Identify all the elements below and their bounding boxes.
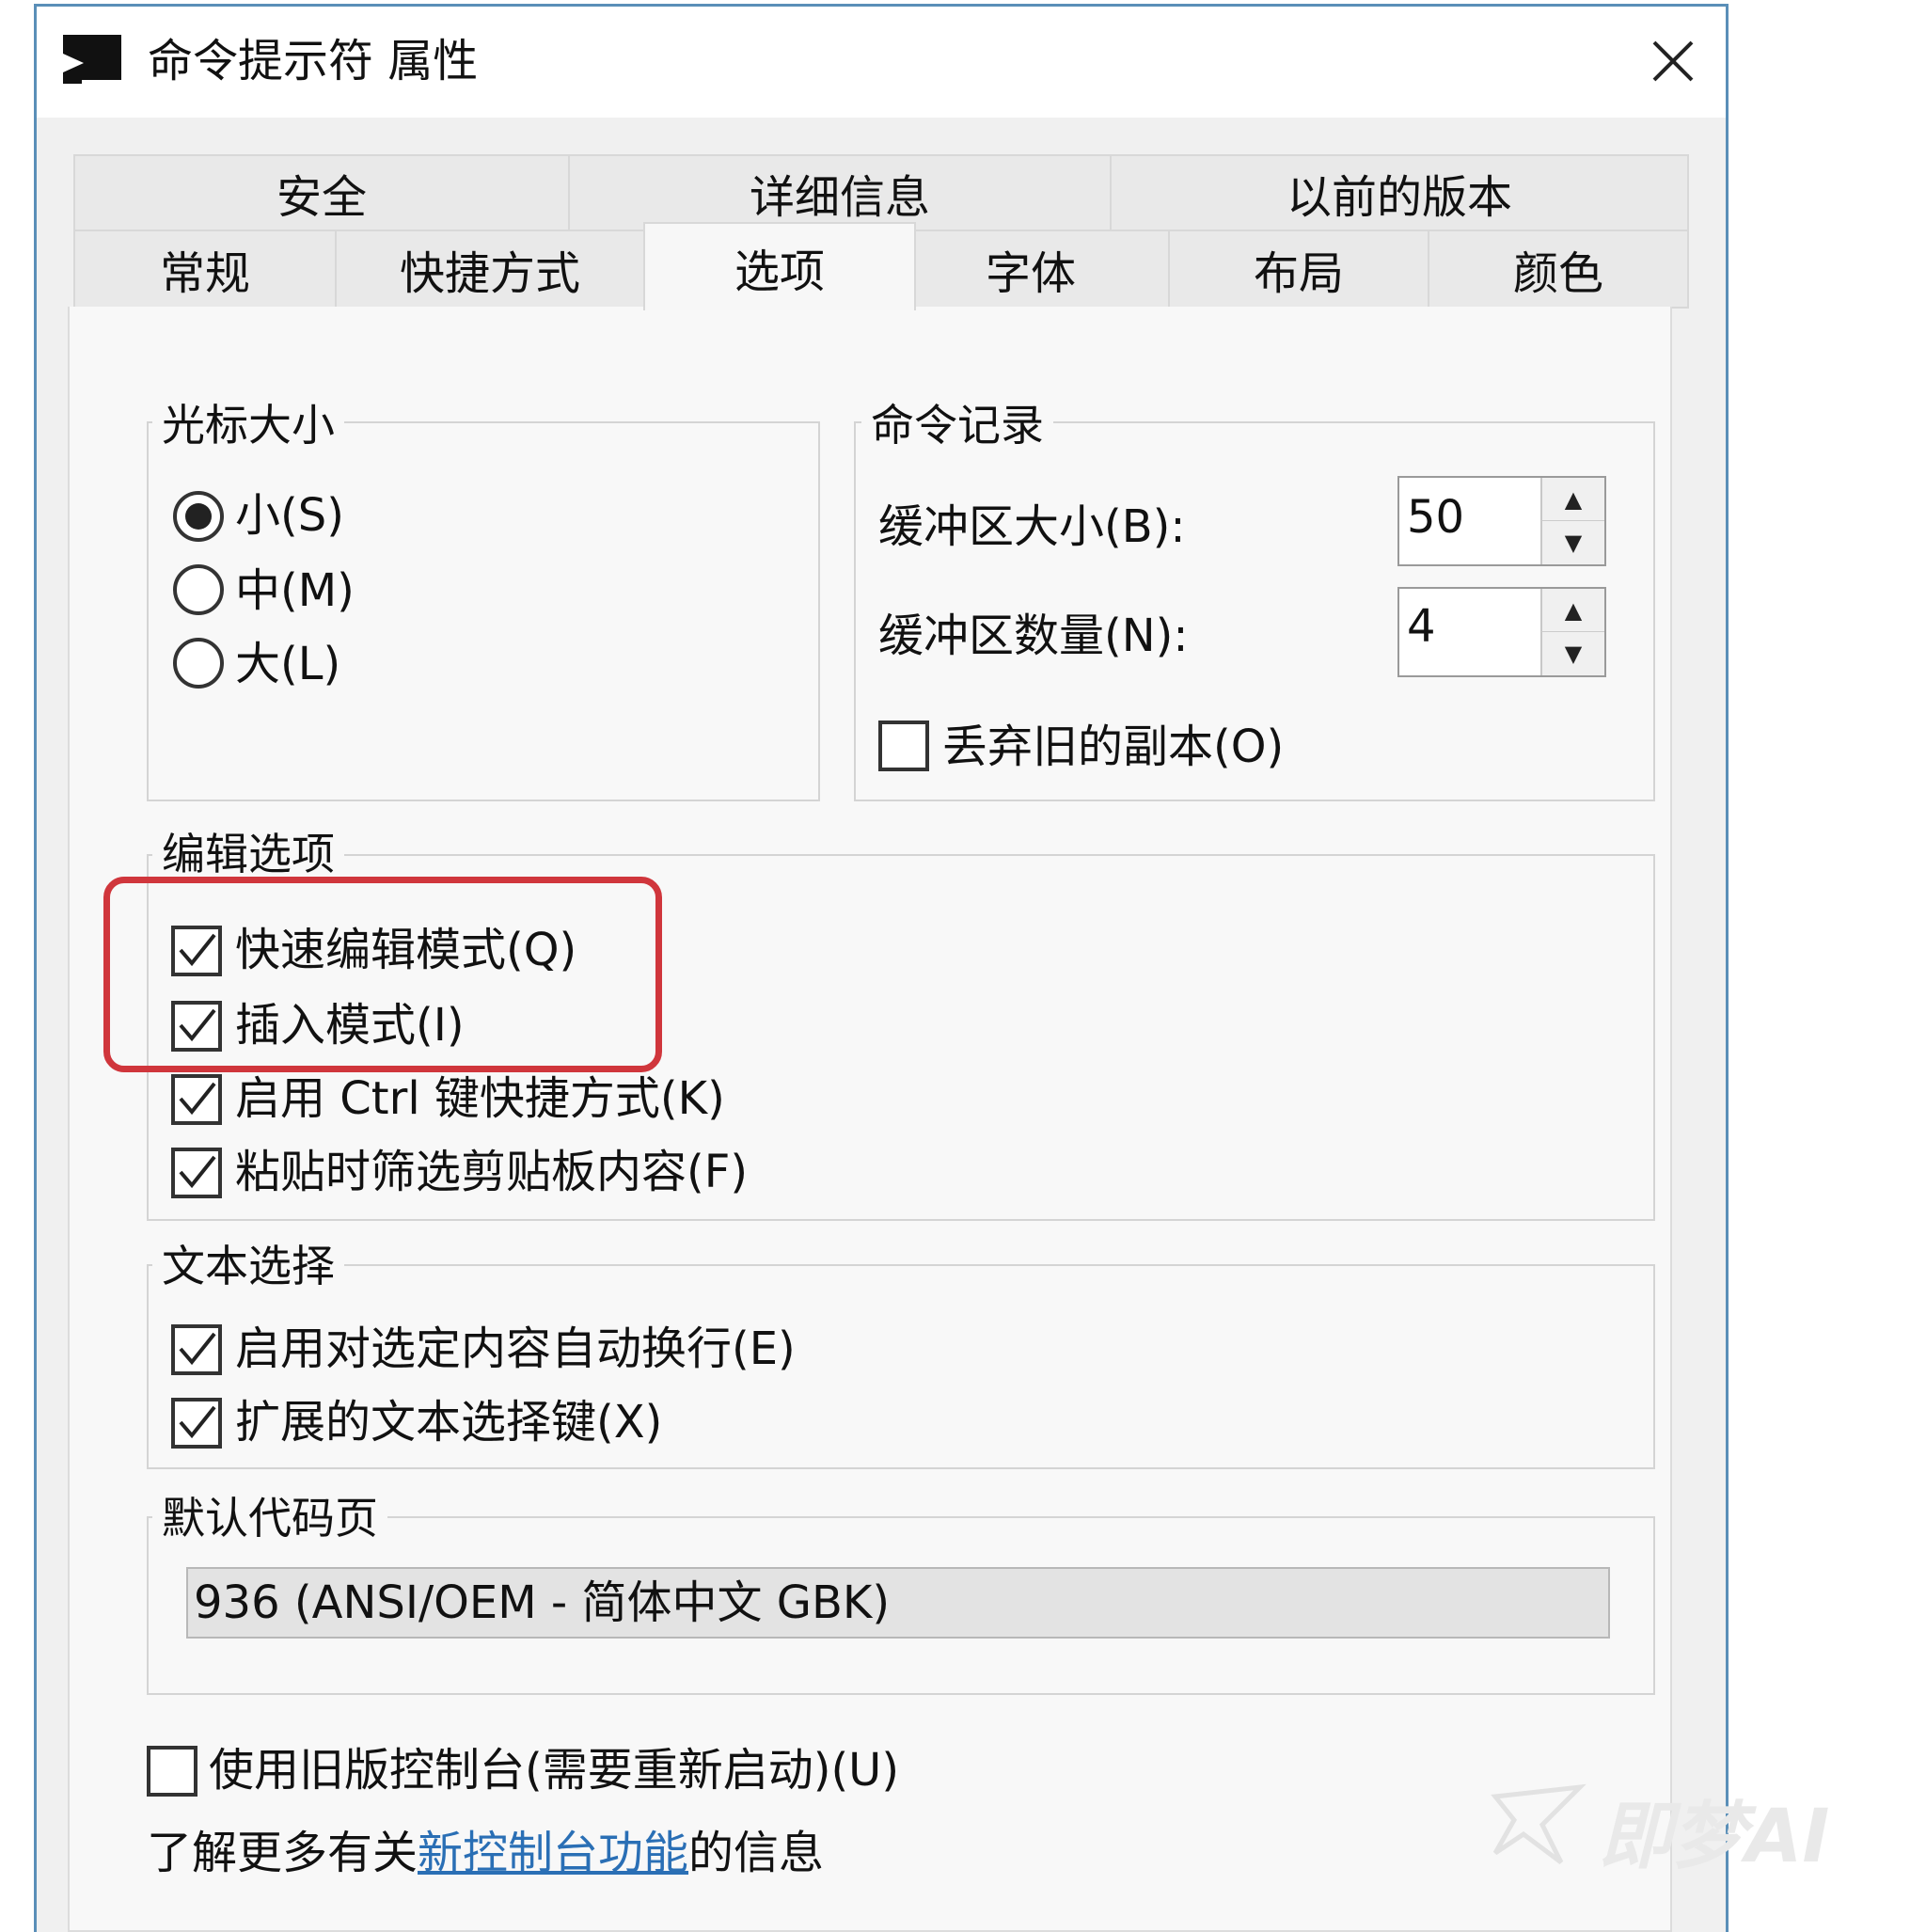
code-page-title: 默认代码页 xyxy=(152,1492,387,1544)
tab-general[interactable]: 常规 xyxy=(73,230,337,309)
buffer-count-up-button[interactable]: ▲ xyxy=(1540,589,1604,632)
caret-up-icon: ▲ xyxy=(1564,596,1583,624)
ctrl-shortcuts-label: 启用 Ctrl 键快捷方式(K) xyxy=(235,1072,725,1125)
auto-wrap-checkbox[interactable] xyxy=(171,1324,222,1375)
checkmark-icon xyxy=(179,1082,216,1116)
learn-more-prefix: 了解更多有关 xyxy=(147,1827,418,1879)
cursor-large-label: 大(L) xyxy=(235,638,341,690)
tab-label: 详细信息 xyxy=(749,171,930,224)
buffer-size-down-button[interactable]: ▼ xyxy=(1540,521,1604,564)
tab-font[interactable]: 字体 xyxy=(892,230,1170,309)
new-console-features-link[interactable]: 新控制台功能 xyxy=(418,1827,688,1879)
code-page-field: 936 (ANSI/OEM - 简体中文 GBK) xyxy=(186,1567,1610,1639)
command-history-title: 命令记录 xyxy=(861,399,1053,451)
caret-down-icon: ▼ xyxy=(1564,641,1583,667)
extended-selection-label: 扩展的文本选择键(X) xyxy=(235,1396,663,1449)
close-icon xyxy=(1652,40,1694,82)
tab-label: 布局 xyxy=(1253,247,1344,300)
tab-layout[interactable]: 布局 xyxy=(1168,230,1429,309)
tab-label: 以前的版本 xyxy=(1286,171,1512,224)
caret-up-icon: ▲ xyxy=(1564,485,1583,513)
watermark-logo-icon xyxy=(1486,1768,1589,1872)
tab-label: 选项 xyxy=(734,245,825,298)
tab-details[interactable]: 详细信息 xyxy=(568,154,1112,231)
cursor-small-radio[interactable] xyxy=(173,491,224,542)
cursor-large-radio[interactable] xyxy=(173,638,224,689)
title-bar: 命令提示符 属性 xyxy=(37,7,1726,118)
cmd-icon xyxy=(63,35,121,87)
cursor-medium-label: 中(M) xyxy=(235,564,355,617)
tab-colors[interactable]: 颜色 xyxy=(1428,230,1689,309)
cursor-medium-radio[interactable] xyxy=(173,564,224,615)
buffer-size-value: 50 xyxy=(1407,491,1465,544)
cursor-small-label: 小(S) xyxy=(235,489,344,542)
filter-clipboard-label: 粘贴时筛选剪贴板内容(F) xyxy=(235,1146,749,1198)
tab-label: 字体 xyxy=(985,247,1076,300)
tab-label: 快捷方式 xyxy=(399,247,580,300)
tab-security[interactable]: 安全 xyxy=(73,154,570,231)
legacy-console-checkbox[interactable] xyxy=(147,1746,197,1797)
tab-label: 安全 xyxy=(276,171,367,224)
text-selection-title: 文本选择 xyxy=(152,1240,344,1292)
buffer-count-down-button[interactable]: ▼ xyxy=(1540,632,1604,675)
buffer-count-label: 缓冲区数量(N): xyxy=(878,610,1189,662)
buffer-count-value: 4 xyxy=(1407,600,1436,653)
auto-wrap-label: 启用对选定内容自动换行(E) xyxy=(235,1322,796,1375)
buffer-size-label: 缓冲区大小(B): xyxy=(878,500,1186,553)
buffer-size-spinner[interactable]: 50 ▲ ▼ xyxy=(1397,476,1606,566)
checkmark-icon xyxy=(179,1155,216,1189)
checkmark-icon xyxy=(179,1405,216,1439)
tab-label: 常规 xyxy=(159,247,250,300)
filter-clipboard-checkbox[interactable] xyxy=(171,1148,222,1198)
watermark: 即梦AI xyxy=(1599,1795,1830,1879)
caret-down-icon: ▼ xyxy=(1564,530,1583,556)
discard-old-label: 丢弃旧的副本(O) xyxy=(942,721,1285,773)
buffer-count-spinner[interactable]: 4 ▲ ▼ xyxy=(1397,587,1606,677)
tab-previous-versions[interactable]: 以前的版本 xyxy=(1110,154,1689,231)
ctrl-shortcuts-checkbox[interactable] xyxy=(171,1074,222,1125)
checkmark-icon xyxy=(179,1332,216,1366)
highlight-annotation xyxy=(103,877,662,1072)
tab-shortcut[interactable]: 快捷方式 xyxy=(335,230,645,309)
edit-options-title: 编辑选项 xyxy=(152,828,344,880)
tab-label: 颜色 xyxy=(1512,247,1603,300)
extended-selection-checkbox[interactable] xyxy=(171,1398,222,1449)
cursor-size-title: 光标大小 xyxy=(152,399,344,451)
tab-options[interactable]: 选项 xyxy=(643,222,916,310)
window-title: 命令提示符 属性 xyxy=(148,35,479,87)
buffer-size-up-button[interactable]: ▲ xyxy=(1540,478,1604,521)
discard-old-checkbox[interactable] xyxy=(878,721,929,771)
close-button[interactable] xyxy=(1635,24,1711,99)
legacy-console-label: 使用旧版控制台(需要重新启动)(U) xyxy=(209,1744,900,1797)
learn-more-text: 了解更多有关新控制台功能的信息 xyxy=(147,1825,824,1881)
learn-more-suffix: 的信息 xyxy=(688,1827,825,1879)
